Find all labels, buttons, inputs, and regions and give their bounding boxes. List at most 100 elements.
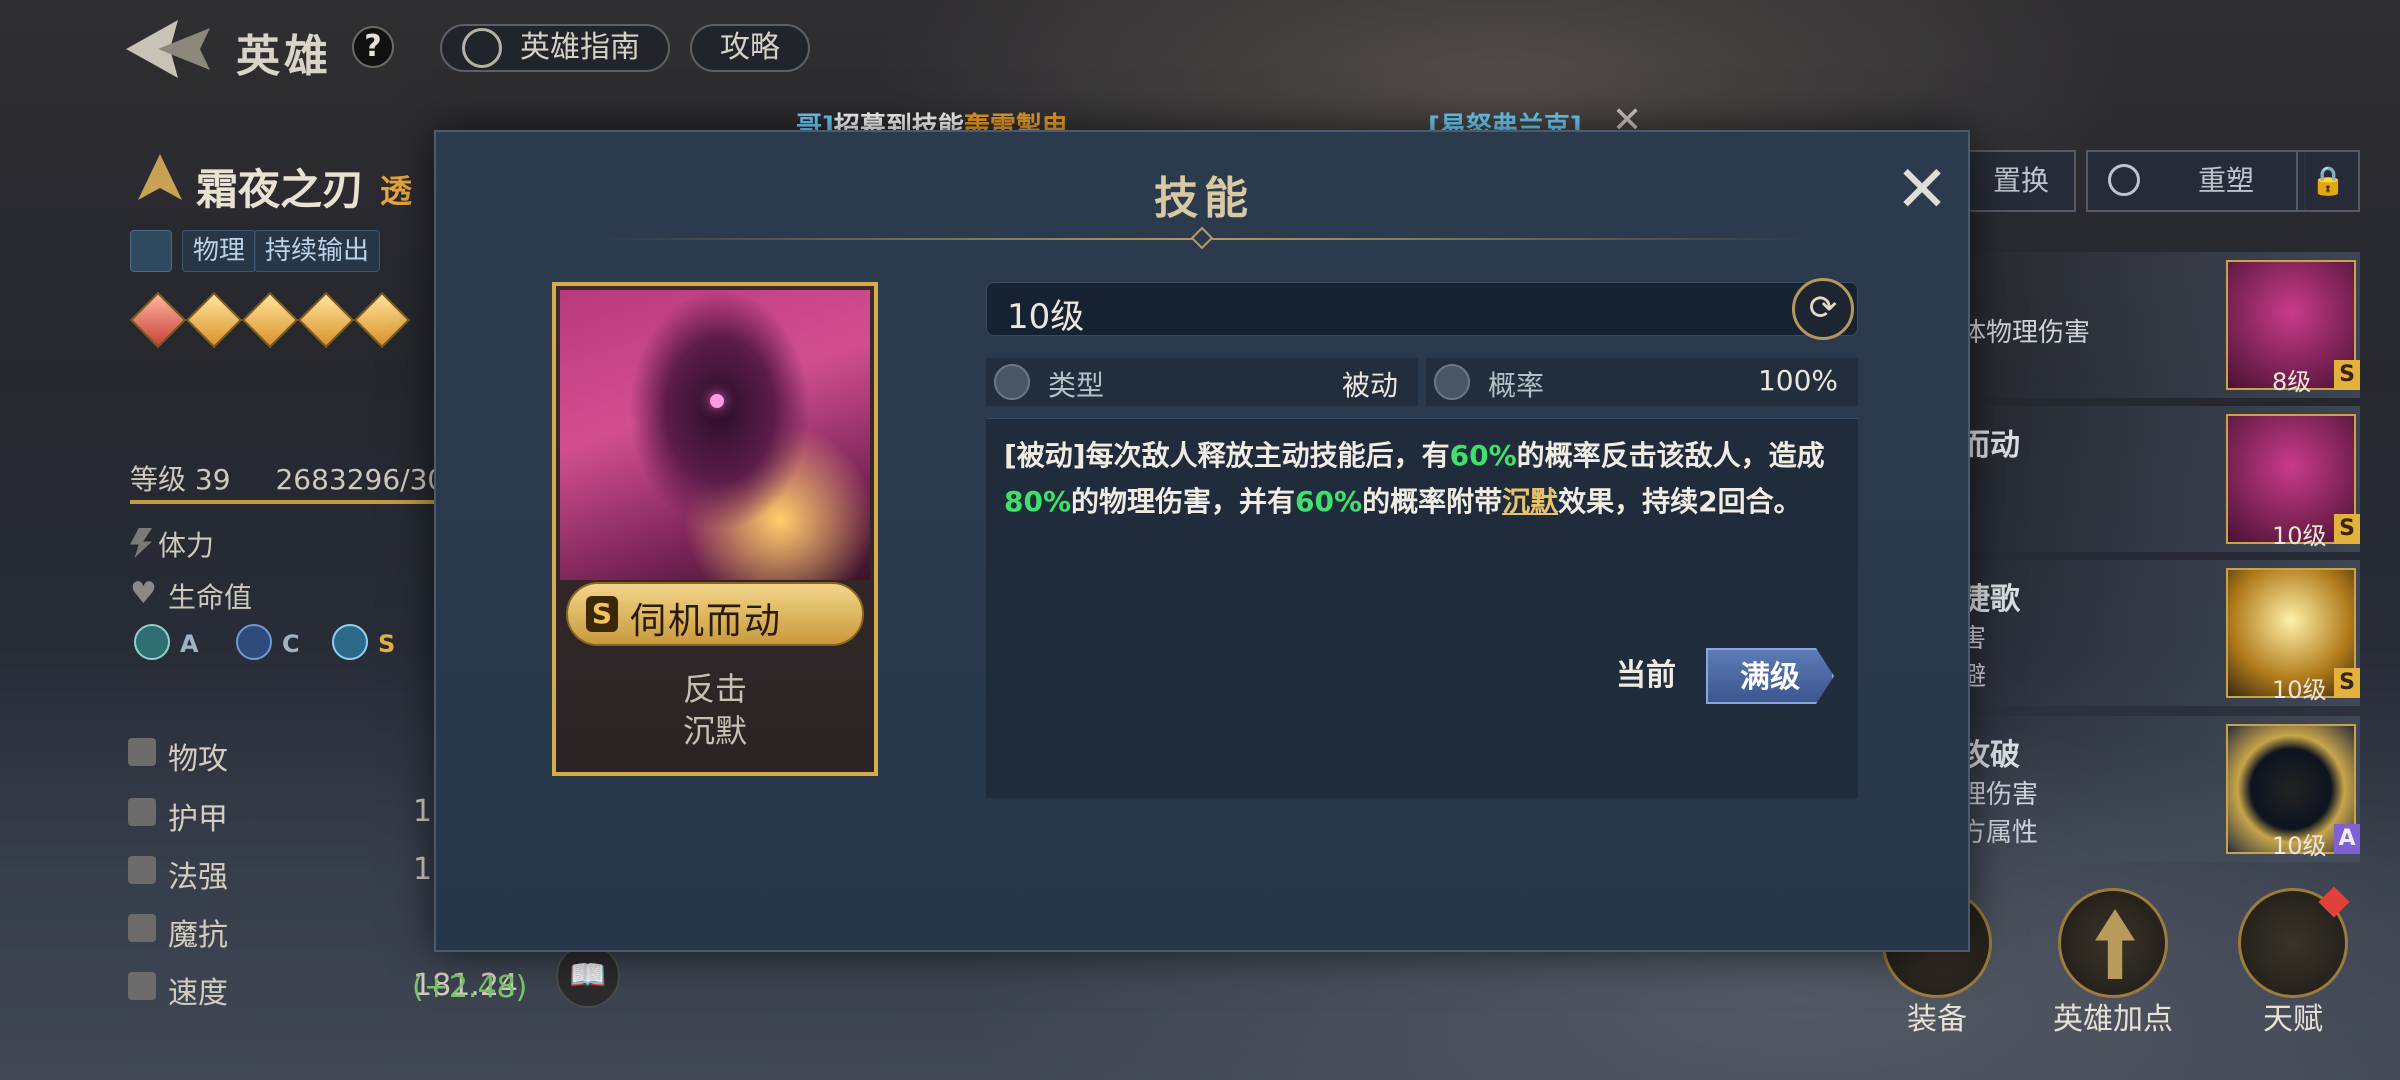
desc-part: 的概率附带	[1362, 485, 1503, 518]
modal-title: 技能	[1154, 173, 1254, 224]
reshape-label: 重塑	[2197, 164, 2254, 197]
level-selector: 10级	[986, 282, 1858, 337]
talent-button[interactable]	[2238, 886, 2350, 998]
grade-c-icon	[236, 624, 272, 660]
hero-class-icon	[138, 154, 182, 200]
pie-chart-icon	[1434, 364, 1470, 400]
desc-value: 60%	[1449, 439, 1517, 472]
skill-level: 10级	[2272, 676, 2327, 704]
exp-value: 2683296/30	[275, 463, 446, 496]
magic-icon	[128, 856, 156, 884]
skill-row[interactable]: 体物理伤害 8级 S	[1960, 252, 2360, 398]
lock-button[interactable]: 🔒	[2296, 150, 2360, 212]
skill-row[interactable]: 攻破 理伤害 方属性 10级 A	[1960, 716, 2360, 862]
grade-a: A	[180, 630, 199, 658]
attr-label: 速度	[168, 976, 228, 1011]
refresh-icon: ⟳	[1808, 288, 1838, 328]
hero-name: 霜夜之刃	[196, 165, 365, 214]
attack-icon	[128, 738, 156, 766]
grade-s-icon	[332, 624, 368, 660]
dagger-icon	[130, 230, 172, 272]
skill-grade-badge: S	[2334, 360, 2360, 390]
skill-desc: 方属性	[1960, 818, 2039, 848]
skill-grade-badge: S	[2334, 668, 2360, 698]
skill-row[interactable]: 捷歌 害 避 10级 S	[1960, 560, 2360, 706]
star-icon	[297, 291, 355, 349]
strategy-tab[interactable]: 攻略	[690, 24, 810, 72]
type-label: 类型	[1048, 369, 1105, 402]
silence-keyword-link[interactable]: 沉默	[1502, 485, 1558, 518]
level-row: 等级 39 2683296/30	[130, 458, 445, 498]
help-button[interactable]: ?	[352, 26, 394, 68]
desc-part: 效果，持续2回合。	[1558, 485, 1802, 518]
speed-bonus: (+2.48)	[412, 970, 528, 1005]
attr-label: 护甲	[168, 802, 228, 837]
hero-guide-tab[interactable]: 英雄指南	[440, 24, 670, 72]
hero-guide-label: 英雄指南	[520, 30, 640, 65]
desc-value: 60%	[1295, 485, 1363, 518]
reshape-button[interactable]: 重塑	[2086, 150, 2306, 212]
level-label: 等级 39	[130, 463, 231, 496]
star-icon	[353, 291, 411, 349]
hero-points-button[interactable]	[2058, 888, 2168, 998]
star-icon	[185, 291, 243, 349]
type-value: 被动	[1341, 369, 1398, 402]
skill-row[interactable]: 而动 10级 S	[1960, 406, 2360, 552]
skill-modal: 技能 ✕ S 伺机而动 反击 沉默 10级 ⟳ 类型 被动 概率 100% [被…	[434, 130, 1970, 952]
desc-part: 的物理伤害，并有	[1071, 485, 1296, 518]
hero-points-label: 英雄加点	[2053, 1002, 2173, 1037]
tag-sustained-dps: 持续输出	[254, 230, 381, 272]
skill-name-banner: S 伺机而动	[566, 582, 864, 646]
skill-card: S 伺机而动 反击 沉默	[552, 282, 878, 776]
type-cell: 类型 被动	[986, 358, 1418, 406]
rate-value: 100%	[1757, 364, 1838, 397]
divider-ornament	[1190, 226, 1214, 250]
skill-description-panel: [被动]每次敌人释放主动技能后，有60%的概率反击该敌人，造成80%的物理伤害，…	[986, 418, 1858, 798]
arrow-up-icon	[2095, 909, 2135, 979]
attr-label: 法强	[168, 860, 228, 895]
skill-artwork	[560, 290, 870, 580]
top-bar: 英雄 ? 英雄指南 攻略	[0, 0, 2400, 100]
page-title: 英雄	[236, 31, 332, 82]
grade-a-icon	[134, 624, 170, 660]
swap-button[interactable]: 置换	[1966, 150, 2076, 212]
resist-icon	[128, 914, 156, 942]
heart-icon: ♥	[130, 576, 157, 611]
skill-level: 8级	[2272, 368, 2312, 396]
artwork-eye-glow	[710, 394, 724, 408]
skill-grade-badge: S	[586, 596, 618, 632]
skill-description: [被动]每次敌人释放主动技能后，有60%的概率反击该敌人，造成80%的物理伤害，…	[1004, 433, 1850, 525]
desc-part: [被动]每次敌人释放主动技能后，有	[1004, 439, 1450, 472]
attr-label: 魔抗	[168, 918, 228, 953]
hero-name-suffix: 透	[380, 172, 413, 210]
desc-value: 80%	[1004, 485, 1072, 518]
speed-icon	[128, 972, 156, 1000]
star-icon	[241, 291, 299, 349]
rate-label: 概率	[1488, 369, 1545, 402]
refresh-level-button[interactable]: ⟳	[1792, 278, 1854, 340]
stamina-label: 体力	[158, 529, 215, 562]
star-rating	[129, 291, 411, 349]
close-button[interactable]: ✕	[1890, 158, 1954, 226]
skill-tag: 反击	[682, 670, 747, 708]
skill-tag: 沉默	[682, 712, 747, 750]
skill-tags: 反击 沉默	[556, 668, 874, 752]
skill-grade-badge: A	[2334, 824, 2360, 854]
current-level-toggle[interactable]: 当前	[1582, 648, 1710, 704]
equipment-label: 装备	[1907, 1002, 1967, 1037]
talent-label: 天赋	[2263, 1002, 2323, 1037]
hp-label: 生命值	[168, 581, 253, 614]
skill-level: 10级	[1007, 297, 1085, 337]
armor-icon	[128, 798, 156, 826]
skill-level: 10级	[2272, 832, 2327, 860]
skill-name: 伺机而动	[630, 601, 783, 642]
book-icon[interactable]: 📖	[556, 944, 620, 1008]
desc-part: 的概率反击该敌人，造成	[1516, 439, 1825, 472]
lock-icon: 🔒	[2310, 164, 2346, 197]
rate-cell: 概率 100%	[1426, 358, 1858, 406]
skill-grade-badge: S	[2334, 514, 2360, 544]
compass-icon	[462, 28, 502, 68]
back-arrow-icon[interactable]	[118, 14, 218, 84]
max-level-toggle[interactable]: 满级	[1706, 648, 1834, 704]
tag-physical: 物理	[182, 230, 257, 272]
